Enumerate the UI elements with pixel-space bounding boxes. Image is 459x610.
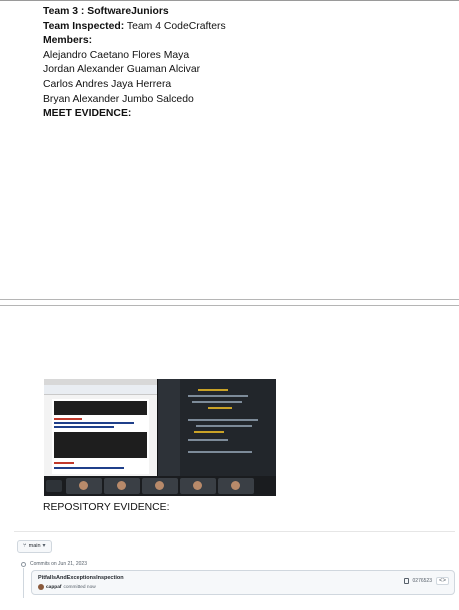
participant-tile [180, 478, 216, 494]
commit-meta: cappaf committed now [38, 584, 96, 590]
commit-actions: 0276523 <> [403, 577, 449, 585]
inspected-label: Team Inspected: [43, 20, 125, 32]
team-name: Team 3 : SoftwareJuniors [43, 6, 169, 17]
team-info: Team 3 : SoftwareJuniors Team Inspected:… [43, 5, 453, 122]
member-name: Bryan Alexander Jumbo Salcedo [43, 93, 194, 105]
meeting-screenshot [44, 379, 276, 496]
code-editor [158, 379, 276, 476]
inspected-value: Team 4 CodeCrafters [124, 20, 226, 32]
repository-evidence-heading: REPOSITORY EVIDENCE: [43, 502, 170, 513]
branch-icon: ⑂ [23, 543, 27, 549]
participant-bar [44, 476, 276, 496]
top-rule [0, 0, 459, 1]
participant-tile [104, 478, 140, 494]
member-name: Jordan Alexander Guaman Alcivar [43, 64, 201, 76]
commit-author[interactable]: cappaf [46, 585, 61, 590]
commit-sha[interactable]: 0276523 [413, 578, 432, 584]
branch-selector[interactable]: ⑂ main ▾ [17, 540, 52, 553]
commit-action: committed now [63, 584, 96, 590]
copy-icon[interactable] [403, 578, 409, 584]
page-break [0, 299, 459, 306]
members-heading: Members: [43, 35, 93, 47]
timeline-line [23, 568, 24, 598]
member-name: Carlos Andres Jaya Herrera [43, 78, 172, 90]
branch-name: main [28, 543, 41, 549]
shared-document [44, 379, 157, 476]
commit-row[interactable]: PitfallsAndExceptionsInspection cappaf c… [31, 570, 455, 595]
participant-tile [142, 478, 178, 494]
commit-dot-icon [21, 562, 26, 567]
commits-date: Commits on Jun 21, 2023 [30, 561, 87, 567]
participant-tile [218, 478, 254, 494]
chevron-down-icon: ▾ [42, 543, 46, 549]
divider [14, 531, 455, 532]
meeting-controls [46, 480, 62, 492]
member-name: Alejandro Caetano Flores Maya [43, 49, 190, 61]
meet-evidence-heading: MEET EVIDENCE: [43, 108, 132, 120]
avatar[interactable] [38, 584, 44, 590]
browse-code-icon[interactable]: <> [435, 577, 449, 585]
participant-tile [66, 478, 102, 494]
team-inspected: Team Inspected: Team 4 CodeCrafters [43, 20, 453, 35]
commit-message[interactable]: PitfallsAndExceptionsInspection [38, 575, 124, 581]
commits-date-header: Commits on Jun 21, 2023 [21, 561, 87, 568]
